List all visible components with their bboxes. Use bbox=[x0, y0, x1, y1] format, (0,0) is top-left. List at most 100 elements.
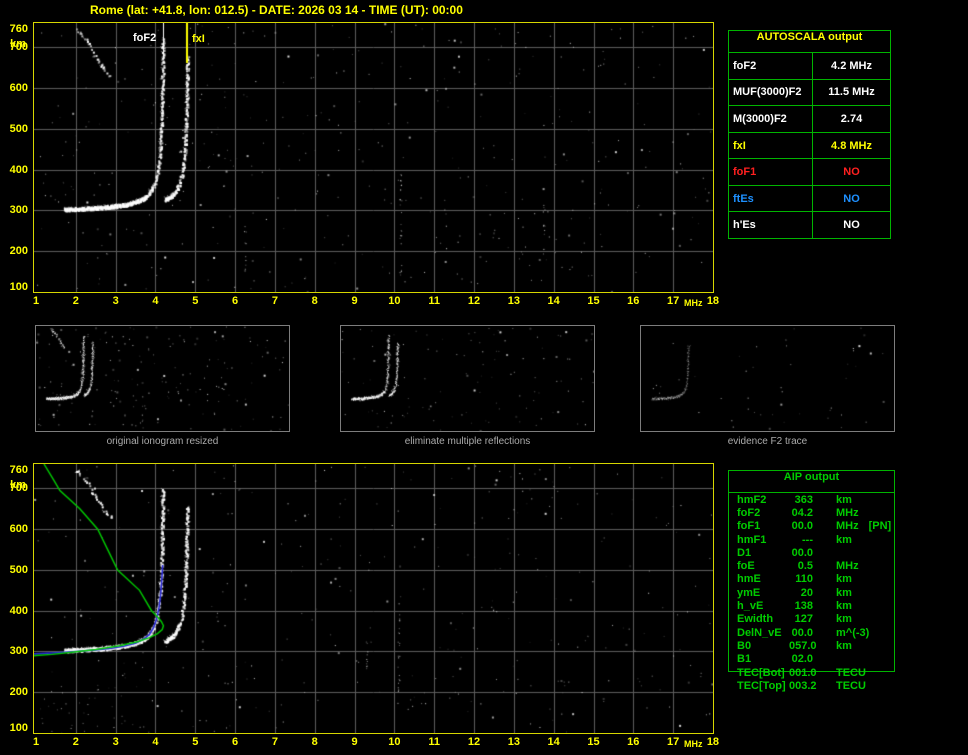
autoscala-row-label: ftEs bbox=[729, 185, 813, 212]
aip-row-value: 00.0 bbox=[791, 626, 813, 639]
aip-row: B1 02.0 bbox=[729, 653, 894, 666]
y-tick-label: 760 bbox=[9, 23, 28, 35]
x-tick-label: 12 bbox=[467, 736, 481, 748]
aip-row: hmE 110 km bbox=[729, 573, 894, 586]
aip-row-value: 057.0 bbox=[789, 639, 817, 652]
aip-row-value: 04.2 bbox=[791, 506, 813, 519]
aip-row-unit: km bbox=[836, 613, 852, 626]
aip-row-name: foF2 bbox=[737, 506, 761, 519]
x-tick-label: 7 bbox=[271, 736, 278, 748]
profile-ionogram-canvas bbox=[34, 464, 713, 733]
aip-row-extra: [PN] bbox=[868, 520, 892, 533]
autoscala-row: M(3000)F2 2.74 bbox=[729, 106, 890, 133]
x-tick-label: 3 bbox=[112, 736, 119, 748]
aip-row-unit: MHz bbox=[836, 560, 859, 573]
x-tick-label: 6 bbox=[232, 736, 239, 748]
autoscala-row-label: h'Es bbox=[729, 212, 813, 239]
aip-row-unit: m^(-3) bbox=[836, 626, 870, 639]
aip-row-value: 0.5 bbox=[797, 560, 813, 573]
aip-row-unit: km bbox=[836, 639, 852, 652]
x-tick-label: 18 bbox=[706, 295, 720, 307]
aip-row-name: TEC[Bot] bbox=[737, 666, 785, 679]
y-tick-label: 300 bbox=[9, 204, 28, 217]
aip-row: TEC[Top] 003.2 TECU bbox=[729, 679, 894, 692]
x-tick-label: 4 bbox=[152, 295, 159, 307]
foF2-marker-label: foF2 bbox=[133, 32, 157, 44]
x-tick-label: 1 bbox=[32, 736, 40, 748]
y-tick-label: 300 bbox=[9, 645, 28, 658]
x-tick-label: 2 bbox=[72, 295, 79, 307]
aip-row-value: --- bbox=[802, 533, 813, 546]
y-tick-label: 100 bbox=[9, 281, 28, 293]
x-tick-label: 16 bbox=[627, 736, 640, 748]
aip-row-name: foF1 bbox=[737, 520, 761, 533]
autoscala-row: ftEs NO bbox=[729, 185, 890, 213]
aip-row-unit: km bbox=[836, 493, 852, 506]
aip-row-unit: km bbox=[836, 586, 852, 599]
autoscala-output-panel: AUTOSCALA output foF2 4.2 MHz MUF(3000)F2 1… bbox=[728, 30, 891, 239]
thumbnail-original-canvas bbox=[36, 326, 289, 431]
thumbnail-original-ionogram bbox=[35, 325, 290, 432]
x-tick-label: 15 bbox=[587, 736, 600, 748]
x-tick-label: 18 bbox=[706, 736, 720, 748]
y-tick-label: 760 bbox=[9, 464, 28, 476]
bottom-ionogram-plot bbox=[33, 463, 714, 734]
y-tick-label: 200 bbox=[9, 245, 28, 258]
aip-output-title: AIP output bbox=[729, 471, 894, 493]
aip-row-unit: km bbox=[836, 600, 852, 613]
aip-row: D1 00.0 bbox=[729, 546, 894, 559]
aip-row-name: hmE bbox=[737, 573, 761, 586]
aip-output-panel: AIP output hmF2 363 km foF2 04.2 MHz foF1 00.0 M… bbox=[728, 470, 895, 692]
autoscala-row-value: NO bbox=[843, 219, 860, 232]
x-tick-label: 3 bbox=[112, 295, 119, 307]
aip-row: foE 0.5 MHz bbox=[729, 559, 894, 572]
autoscala-row-value: NO bbox=[843, 192, 860, 205]
x-tick-label: 9 bbox=[351, 736, 358, 748]
aip-row: foF1 00.0 MHz [PN] bbox=[729, 520, 894, 533]
autoscala-row: fxI 4.8 MHz bbox=[729, 132, 890, 160]
aip-row-name: D1 bbox=[737, 546, 752, 559]
x-axis-unit-label: MHz bbox=[684, 739, 703, 749]
x-tick-label: 12 bbox=[467, 295, 481, 307]
autoscala-row: foF1 NO bbox=[729, 159, 890, 186]
autoscala-row: h'Es NO bbox=[729, 212, 890, 239]
aip-row-value: 127 bbox=[794, 613, 813, 626]
aip-row-value: 20 bbox=[800, 586, 813, 599]
aip-row-name: Ewidth bbox=[737, 613, 774, 626]
station-date-header: Rome (lat: +41.8, lon: 012.5) - DATE: 20… bbox=[90, 3, 463, 17]
aip-row-unit: TECU bbox=[836, 666, 866, 679]
ionogram-canvas bbox=[34, 23, 713, 292]
autoscala-row-value: 4.8 MHz bbox=[831, 139, 872, 152]
autoscala-row: MUF(3000)F2 11.5 MHz bbox=[729, 79, 890, 107]
aip-row-name: hmF2 bbox=[737, 493, 767, 506]
aip-row-name: TEC[Top] bbox=[737, 679, 786, 692]
x-tick-label: 5 bbox=[192, 295, 199, 307]
aip-row-value: 02.0 bbox=[791, 653, 813, 666]
autoscala-output-rows: foF2 4.2 MHz MUF(3000)F2 11.5 MHz M(3000)F2 2… bbox=[729, 53, 890, 239]
aip-row-name: B1 bbox=[737, 653, 752, 666]
y-axis-unit-label: km bbox=[10, 38, 26, 50]
y-tick-label: 400 bbox=[9, 604, 28, 617]
y-tick-label: 100 bbox=[9, 722, 28, 734]
x-tick-label: 11 bbox=[428, 736, 440, 748]
y-tick-label: 600 bbox=[9, 523, 28, 536]
aip-row-name: DelN_vE bbox=[737, 626, 782, 639]
aip-row-name: B0 bbox=[737, 639, 752, 652]
aip-row-value: 363 bbox=[794, 493, 813, 506]
autoscala-row-value: 11.5 MHz bbox=[828, 86, 875, 99]
autoscala-row-value: NO bbox=[843, 166, 860, 179]
y-tick-label: 400 bbox=[9, 163, 28, 176]
aip-row-name: ymE bbox=[737, 586, 761, 599]
aip-row-unit: km bbox=[836, 533, 852, 546]
aip-row: B0 057.0 km bbox=[729, 639, 894, 652]
aip-row: Ewidth 127 km bbox=[729, 613, 894, 626]
aip-row-value: 138 bbox=[794, 600, 813, 613]
aip-row: TEC[Bot] 001.0 TECU bbox=[729, 666, 894, 679]
aip-row-unit: km bbox=[836, 573, 852, 586]
autoscala-row-label: M(3000)F2 bbox=[729, 106, 813, 132]
fxI-marker-label: fxI bbox=[192, 33, 205, 45]
y-tick-label: 600 bbox=[9, 82, 28, 95]
x-tick-label: 1 bbox=[32, 295, 40, 307]
x-tick-label: 8 bbox=[311, 736, 318, 748]
thumbnail-evidence-canvas bbox=[641, 326, 894, 431]
